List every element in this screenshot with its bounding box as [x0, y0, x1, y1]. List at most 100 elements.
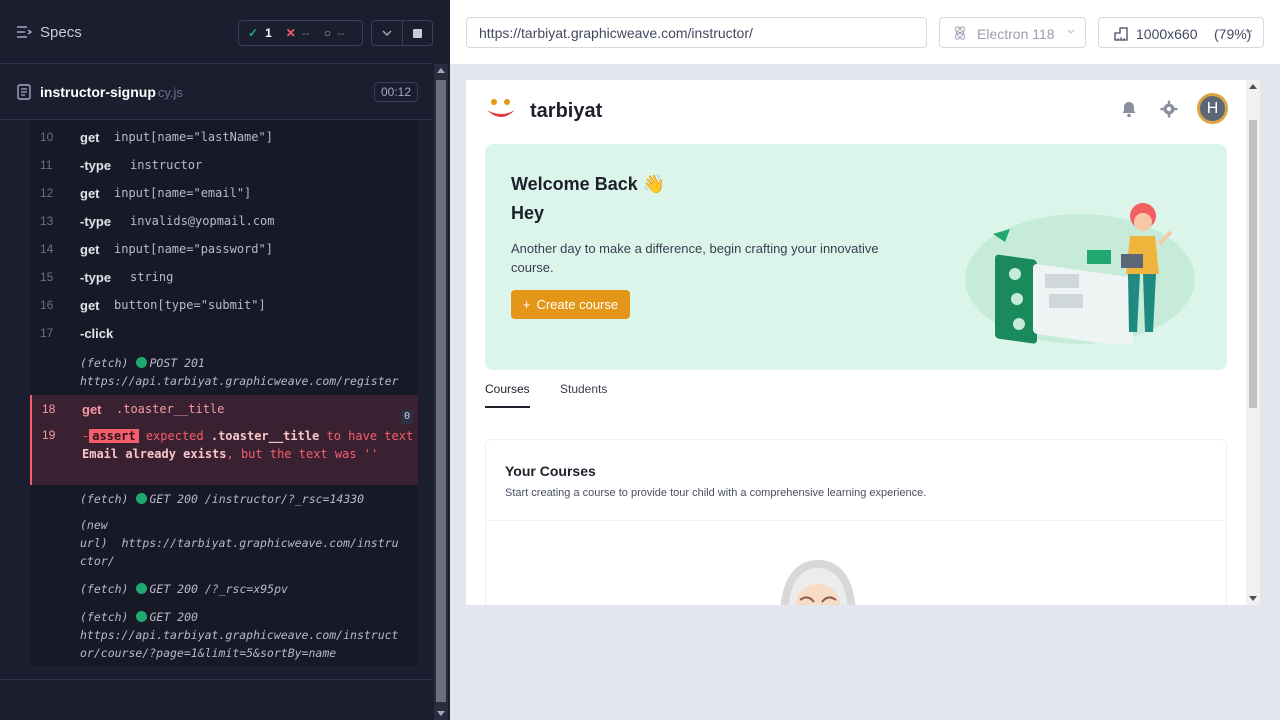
your-courses-description: Start creating a course to provide tour …	[505, 487, 927, 499]
scroll-down-icon[interactable]	[1249, 596, 1257, 601]
log-kind: url)	[80, 536, 108, 550]
scroll-up-icon[interactable]	[1249, 84, 1257, 89]
tab-courses[interactable]: Courses	[485, 382, 530, 408]
command-name: -type	[80, 270, 112, 285]
spec-file-row: instructor-signup cy.js 00:12	[0, 64, 432, 120]
command-number: 13	[40, 214, 54, 228]
command-number: 19	[42, 428, 56, 442]
command-name: get	[80, 298, 100, 313]
command-arg: button[type="submit"]	[114, 298, 266, 312]
log-kind: (fetch)	[80, 610, 129, 624]
status-dot	[136, 583, 148, 594]
app-header: tarbiyat H	[466, 80, 1246, 140]
command-log: 10 get input[name="lastName"] 11 -type i…	[30, 120, 418, 666]
passed-count: 1	[265, 26, 272, 40]
command-name: get	[80, 130, 100, 145]
browser-toolbar: https://tarbiyat.graphicweave.com/instru…	[450, 0, 1280, 64]
command-name: -click	[80, 326, 114, 341]
viewport-selector[interactable]: 1000x660 (79%)	[1098, 17, 1264, 48]
browser-preview: https://tarbiyat.graphicweave.com/instru…	[450, 0, 1280, 720]
log-status: POST 201	[149, 356, 205, 370]
user-avatar[interactable]: H	[1197, 93, 1228, 124]
viewport-size: 1000x660	[1136, 26, 1198, 42]
gear-icon[interactable]	[1160, 100, 1178, 118]
command-arg: invalids@yopmail.com	[130, 214, 275, 228]
electron-icon	[955, 26, 965, 40]
fetch-log-entry[interactable]: (fetch) GET 200 /?_rsc=x95pv	[80, 580, 288, 598]
runner-footer-divider	[0, 679, 432, 680]
plus-icon: +	[522, 297, 531, 312]
fetch-log-entry[interactable]: (fetch) GET 200 https://api.tarbiyat.grap…	[80, 608, 416, 662]
log-url: or/course/?page=1&limit=5&sortBy=name	[80, 646, 337, 660]
browser-selector[interactable]: Electron 118	[939, 17, 1086, 48]
spec-duration: 00:12	[374, 82, 419, 102]
specs-header: Specs ✓ 1 ✕ -- ○ --	[0, 0, 433, 64]
assert-tag: assert	[89, 429, 139, 443]
new-url-log-entry[interactable]: (new url) https://tarbiyat.graphicweave.…	[80, 516, 416, 570]
log-status: GET 200	[149, 610, 198, 624]
test-stats: ✓ 1 ✕ -- ○ --	[238, 20, 363, 46]
command-arg: input[name="email"]	[114, 186, 252, 200]
tarbiyat-logo-icon[interactable]	[485, 98, 517, 120]
command-log-scrollbar[interactable]	[434, 64, 448, 720]
command-name: -type	[80, 214, 112, 229]
log-url: https://api.tarbiyat.graphicweave.com/re…	[80, 374, 399, 388]
command-number: 18	[42, 402, 56, 416]
welcome-title: Welcome Back 👋	[511, 174, 666, 194]
specs-list-icon[interactable]	[16, 24, 32, 40]
scrollbar-thumb[interactable]	[436, 80, 446, 702]
brand-name[interactable]: tarbiyat	[530, 100, 602, 123]
command-name: get	[80, 186, 100, 201]
specs-label[interactable]: Specs	[40, 24, 82, 41]
teacher-illustration	[965, 203, 1195, 344]
command-number: 12	[40, 186, 54, 200]
card-divider	[486, 520, 1226, 521]
log-url: https://tarbiyat.graphicweave.com/instru	[121, 536, 399, 550]
url-bar[interactable]: https://tarbiyat.graphicweave.com/instru…	[466, 17, 927, 48]
app-scrollbar[interactable]	[1246, 80, 1260, 605]
your-courses-title: Your Courses	[505, 463, 596, 479]
command-number: 17	[40, 326, 54, 340]
command-name: -type	[80, 158, 112, 173]
scroll-down-icon[interactable]	[437, 711, 445, 716]
command-number: 14	[40, 242, 54, 256]
bell-icon[interactable]	[1121, 100, 1137, 118]
create-course-button[interactable]: + Create course	[511, 290, 630, 319]
fetch-log-entry[interactable]: (fetch) POST 201 https://api.tarbiyat.gra…	[80, 354, 416, 390]
collapse-all-button[interactable]	[371, 20, 403, 46]
fetch-log-entry[interactable]: (fetch) GET 200 /instructor/?_rsc=14330	[80, 490, 364, 508]
welcome-banner: Welcome Back 👋 Hey Another day to make a…	[485, 144, 1227, 370]
assertion-error-message: - assert expected .toaster__title to have…	[82, 429, 414, 461]
welcome-description: Another day to make a difference, begin …	[511, 241, 879, 275]
pending-spinner-icon: ○	[323, 26, 332, 40]
command-arg: input[name="password"]	[114, 242, 273, 256]
command-number: 11	[40, 158, 53, 172]
status-dot	[136, 611, 148, 622]
create-course-label: Create course	[536, 297, 619, 312]
command-name: get	[82, 402, 102, 417]
tab-students[interactable]: Students	[560, 382, 607, 406]
command-arg: instructor	[130, 158, 203, 172]
browser-name: Electron 118	[977, 26, 1055, 42]
welcome-subtitle: Hey	[511, 203, 545, 223]
stop-button[interactable]	[403, 20, 433, 46]
log-status: GET 200 /instructor/?_rsc=14330	[149, 492, 365, 506]
command-number: 10	[40, 130, 54, 144]
log-kind: (fetch)	[80, 582, 129, 596]
log-url: https://api.tarbiyat.graphicweave.com/in…	[80, 628, 399, 642]
cypress-runner-panel: Specs ✓ 1 ✕ -- ○ -- instructor-signup cy.…	[0, 0, 450, 720]
failed-x-icon: ✕	[285, 26, 296, 40]
command-number: 16	[40, 298, 54, 312]
spec-file-name: instructor-signup cy.js	[40, 84, 183, 100]
chevron-down-icon	[1067, 29, 1075, 34]
failed-count: --	[301, 26, 310, 40]
log-url: ctor/	[80, 554, 115, 568]
spec-file-ext: cy.js	[157, 85, 183, 100]
app-iframe: tarbiyat H Welcome Back 👋 Hey Another da…	[466, 80, 1260, 605]
status-dot	[136, 493, 148, 504]
failed-command-block[interactable]: 18 get .toaster__title 0 19 - assert expe…	[30, 395, 418, 485]
scrollbar-thumb[interactable]	[1249, 120, 1257, 408]
scroll-up-icon[interactable]	[437, 68, 445, 73]
passed-check-icon: ✓	[248, 26, 259, 40]
content-tabs: Courses Students	[485, 380, 1227, 410]
